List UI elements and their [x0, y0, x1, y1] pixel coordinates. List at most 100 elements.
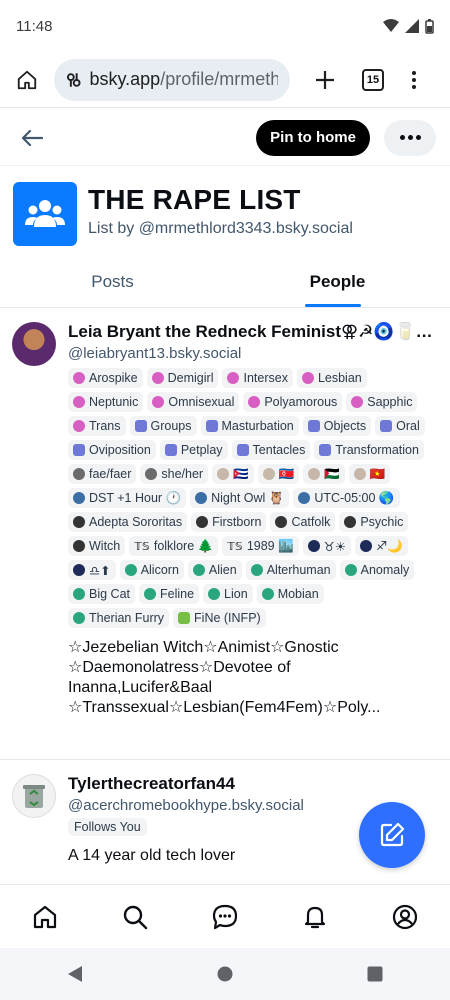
- label-chip[interactable]: 𝕋𝕊 1989 🏙️: [222, 536, 299, 556]
- label-chip[interactable]: Trans: [68, 416, 126, 436]
- url-path: /profile/mrmethl: [160, 69, 278, 89]
- grey-label-icon: [145, 468, 158, 480]
- label-text: Lion: [224, 587, 248, 601]
- label-chip[interactable]: 🇨🇺: [212, 464, 254, 484]
- search-icon: [123, 905, 148, 929]
- label-chip[interactable]: 𝕋𝕊 folklore 🌲: [129, 536, 219, 556]
- member-labels: Arospike Demigirl Intersex Lesbian Neptunic O…: [68, 368, 428, 628]
- teal-label-icon: [261, 588, 274, 600]
- label-chip[interactable]: Oral: [375, 416, 425, 436]
- label-chip[interactable]: FiNe (INFP): [173, 608, 266, 628]
- tab-switcher-button[interactable]: 15: [362, 68, 384, 91]
- tab-people[interactable]: People: [225, 256, 450, 307]
- pink-label-icon: [227, 372, 240, 384]
- label-text: Neptunic: [89, 395, 139, 409]
- label-chip[interactable]: Feline: [139, 584, 200, 604]
- label-chip[interactable]: Objects: [302, 416, 372, 436]
- nav-search[interactable]: [115, 897, 155, 937]
- label-chip[interactable]: Neptunic: [68, 392, 144, 412]
- nav-home[interactable]: [25, 897, 65, 937]
- label-chip[interactable]: Masturbation: [200, 416, 299, 436]
- label-chip[interactable]: Lion: [203, 584, 253, 604]
- label-chip[interactable]: Lesbian: [296, 368, 367, 388]
- system-back-icon[interactable]: [67, 965, 83, 983]
- teal-label-icon: [208, 588, 221, 600]
- tab-bar: Posts People: [0, 256, 450, 308]
- label-chip[interactable]: Big Cat: [68, 584, 135, 604]
- label-chip[interactable]: Transformation: [314, 440, 424, 460]
- label-text: ♉☀: [323, 539, 347, 554]
- pin-to-home-button[interactable]: Pin to home: [256, 119, 370, 156]
- label-chip[interactable]: Mobian: [256, 584, 324, 604]
- address-bar[interactable]: bsky.app/profile/mrmethl: [54, 58, 290, 101]
- label-chip[interactable]: 🇻🇳: [348, 464, 391, 484]
- label-chip[interactable]: Night Owl 🦉: [190, 488, 290, 508]
- label-text: FiNe (INFP): [194, 611, 261, 625]
- divider: [0, 759, 450, 760]
- label-chip[interactable]: she/her: [140, 464, 209, 484]
- label-chip[interactable]: Intersex: [222, 368, 293, 388]
- label-chip[interactable]: Arospike: [68, 368, 143, 388]
- label-chip[interactable]: ♎⬆: [68, 560, 116, 580]
- system-home-icon[interactable]: [217, 966, 233, 982]
- tab-posts[interactable]: Posts: [0, 256, 225, 307]
- label-chip[interactable]: Alicorn: [119, 560, 184, 580]
- earth-label-icon: [195, 492, 208, 504]
- label-chip[interactable]: 🇵🇸: [303, 464, 345, 484]
- new-tab-button[interactable]: [310, 65, 340, 95]
- label-chip[interactable]: Witch: [68, 536, 126, 556]
- url-text: bsky.app/profile/mrmethl: [89, 69, 278, 90]
- label-text: Big Cat: [89, 587, 130, 601]
- back-button[interactable]: [14, 120, 50, 156]
- label-chip[interactable]: Tentacles: [231, 440, 311, 460]
- list-owner[interactable]: List by @mrmethlord3343.bsky.social: [88, 220, 353, 238]
- label-text: Witch: [89, 539, 121, 553]
- label-chip[interactable]: Alien: [187, 560, 242, 580]
- label-chip[interactable]: Petplay: [159, 440, 228, 460]
- pink-label-icon: [152, 396, 165, 408]
- avatar[interactable]: [12, 322, 56, 366]
- system-recents-icon[interactable]: [367, 966, 383, 982]
- teal-label-icon: [344, 564, 357, 576]
- avatar[interactable]: [12, 774, 56, 818]
- label-chip[interactable]: Firstborn: [191, 512, 267, 532]
- label-chip[interactable]: Groups: [129, 416, 197, 436]
- label-chip[interactable]: 🇰🇵: [257, 464, 300, 484]
- label-chip[interactable]: Therian Furry: [68, 608, 170, 628]
- label-chip[interactable]: UTC-05:00 🌎: [293, 488, 400, 508]
- nav-chat[interactable]: [205, 897, 245, 937]
- member-handle: @leiabryant13.bsky.social: [68, 345, 242, 362]
- blue-label-icon: [164, 444, 177, 456]
- label-chip[interactable]: fae/faer: [68, 464, 137, 484]
- blue-label-icon: [319, 444, 332, 456]
- label-text: ♎⬆: [89, 563, 111, 578]
- label-chip[interactable]: Psychic: [339, 512, 409, 532]
- label-text: Adepta Sororitas: [89, 515, 183, 529]
- label-chip[interactable]: Sapphic: [346, 392, 418, 412]
- space-label-icon: [73, 564, 85, 576]
- label-chip[interactable]: Alterhuman: [245, 560, 336, 580]
- label-chip[interactable]: ♐🌙: [355, 536, 408, 556]
- browser-home-button[interactable]: [10, 63, 44, 97]
- label-chip[interactable]: Polyamorous: [243, 392, 343, 412]
- browser-menu-button[interactable]: [404, 70, 424, 89]
- label-chip[interactable]: Oviposition: [68, 440, 156, 460]
- nav-profile[interactable]: [385, 897, 425, 937]
- compose-button[interactable]: [359, 802, 425, 868]
- label-chip[interactable]: Omnisexual: [147, 392, 240, 412]
- label-chip[interactable]: Adepta Sororitas: [68, 512, 188, 532]
- label-text: Oviposition: [89, 443, 151, 457]
- ts-icon: 𝕋𝕊: [227, 540, 243, 553]
- label-chip[interactable]: ♉☀: [302, 536, 352, 556]
- label-chip[interactable]: DST +1 Hour 🕐: [68, 488, 187, 508]
- label-chip[interactable]: Demigirl: [146, 368, 219, 388]
- list-member-item[interactable]: Leia Bryant the Redneck Feminist⚢☭🧿🥛… @l…: [0, 322, 450, 718]
- label-chip[interactable]: Catfolk: [270, 512, 336, 532]
- label-text: 🇵🇸: [324, 466, 340, 481]
- site-info-icon[interactable]: [66, 72, 81, 88]
- nav-notifications[interactable]: [295, 897, 335, 937]
- label-chip[interactable]: Anomaly: [339, 560, 415, 580]
- label-text: Catfolk: [291, 515, 331, 529]
- blue-label-icon: [380, 420, 393, 432]
- more-options-button[interactable]: [384, 119, 436, 156]
